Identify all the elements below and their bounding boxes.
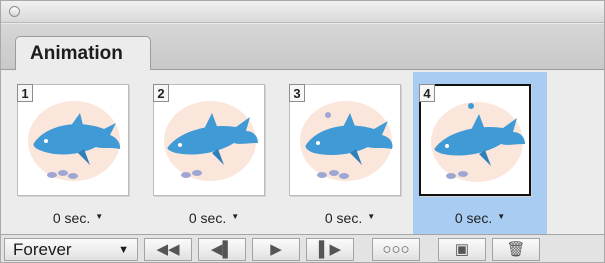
frame-number: 3 <box>289 84 305 102</box>
frame-number: 4 <box>419 84 435 102</box>
frame-1[interactable]: 1 0 sec. ▼ <box>11 72 145 234</box>
tween-icon: ○○○ <box>382 241 410 258</box>
animation-panel: Animation 1 0 sec. ▼ 2 0 sec. ▼ 3 0 sec.… <box>0 0 605 263</box>
frame-number: 1 <box>17 84 33 102</box>
chevron-down-icon: ▼ <box>95 212 104 221</box>
duplicate-frame-button[interactable]: ▣ <box>438 238 486 261</box>
previous-frame-button[interactable]: ◀▌ <box>198 238 246 261</box>
tab-label: Animation <box>30 43 123 64</box>
close-icon[interactable] <box>9 6 20 17</box>
next-frame-button[interactable]: ▌▶ <box>306 238 354 261</box>
frame-delay-label: 0 sec. <box>454 210 493 226</box>
dolphin-image <box>300 101 393 181</box>
chevron-down-icon: ▼ <box>231 212 240 221</box>
frame-delay[interactable]: 0 sec. ▼ <box>147 210 281 226</box>
frame-3[interactable]: 3 0 sec. ▼ <box>283 72 417 234</box>
frame-thumbnail <box>419 84 531 196</box>
chevron-down-icon: ▼ <box>118 244 129 256</box>
play-icon: ▶ <box>270 241 282 258</box>
dolphin-image <box>431 102 525 182</box>
frame-delay[interactable]: 0 sec. ▼ <box>11 210 145 226</box>
frame-thumbnail <box>17 84 129 196</box>
select-first-frame-button[interactable]: ◀◀ <box>144 238 192 261</box>
tab-animation[interactable]: Animation <box>15 36 151 70</box>
tab-strip: Animation <box>1 24 604 70</box>
frame-4[interactable]: 4 0 sec. ▼ <box>413 72 547 234</box>
chevron-down-icon: ▼ <box>497 212 506 221</box>
tween-button[interactable]: ○○○ <box>372 238 420 261</box>
frame-thumbnail <box>289 84 401 196</box>
chevron-down-icon: ▼ <box>367 212 376 221</box>
play-button[interactable]: ▶ <box>252 238 300 261</box>
frame-delay-label: 0 sec. <box>188 210 227 226</box>
dolphin-image <box>164 101 258 181</box>
frame-2[interactable]: 2 0 sec. ▼ <box>147 72 281 234</box>
loop-value: Forever <box>13 240 72 259</box>
frame-delay[interactable]: 0 sec. ▼ <box>413 210 547 226</box>
frame-number: 2 <box>153 84 169 102</box>
loop-select[interactable]: Forever ▼ <box>4 238 138 261</box>
dolphin-image <box>28 101 121 181</box>
previous-frame-icon: ◀▌ <box>210 241 234 258</box>
frame-delay[interactable]: 0 sec. ▼ <box>283 210 417 226</box>
frames-strip: 1 0 sec. ▼ 2 0 sec. ▼ 3 0 sec. ▼ 4 0 sec… <box>1 71 604 234</box>
frame-delay-label: 0 sec. <box>52 210 91 226</box>
select-first-frame-icon: ◀◀ <box>156 241 180 258</box>
duplicate-frame-icon: ▣ <box>454 241 470 258</box>
frame-delay-label: 0 sec. <box>324 210 363 226</box>
frame-thumbnail <box>153 84 265 196</box>
next-frame-icon: ▌▶ <box>318 241 342 258</box>
panel-titlebar <box>1 1 604 23</box>
delete-frame-icon: 🗑 <box>506 241 526 258</box>
delete-frame-button[interactable]: 🗑 <box>492 238 540 261</box>
animation-toolbar: Forever ▼ ◀◀ ◀▌ ▶ ▌▶ ○○○ ▣ 🗑 <box>1 234 604 262</box>
